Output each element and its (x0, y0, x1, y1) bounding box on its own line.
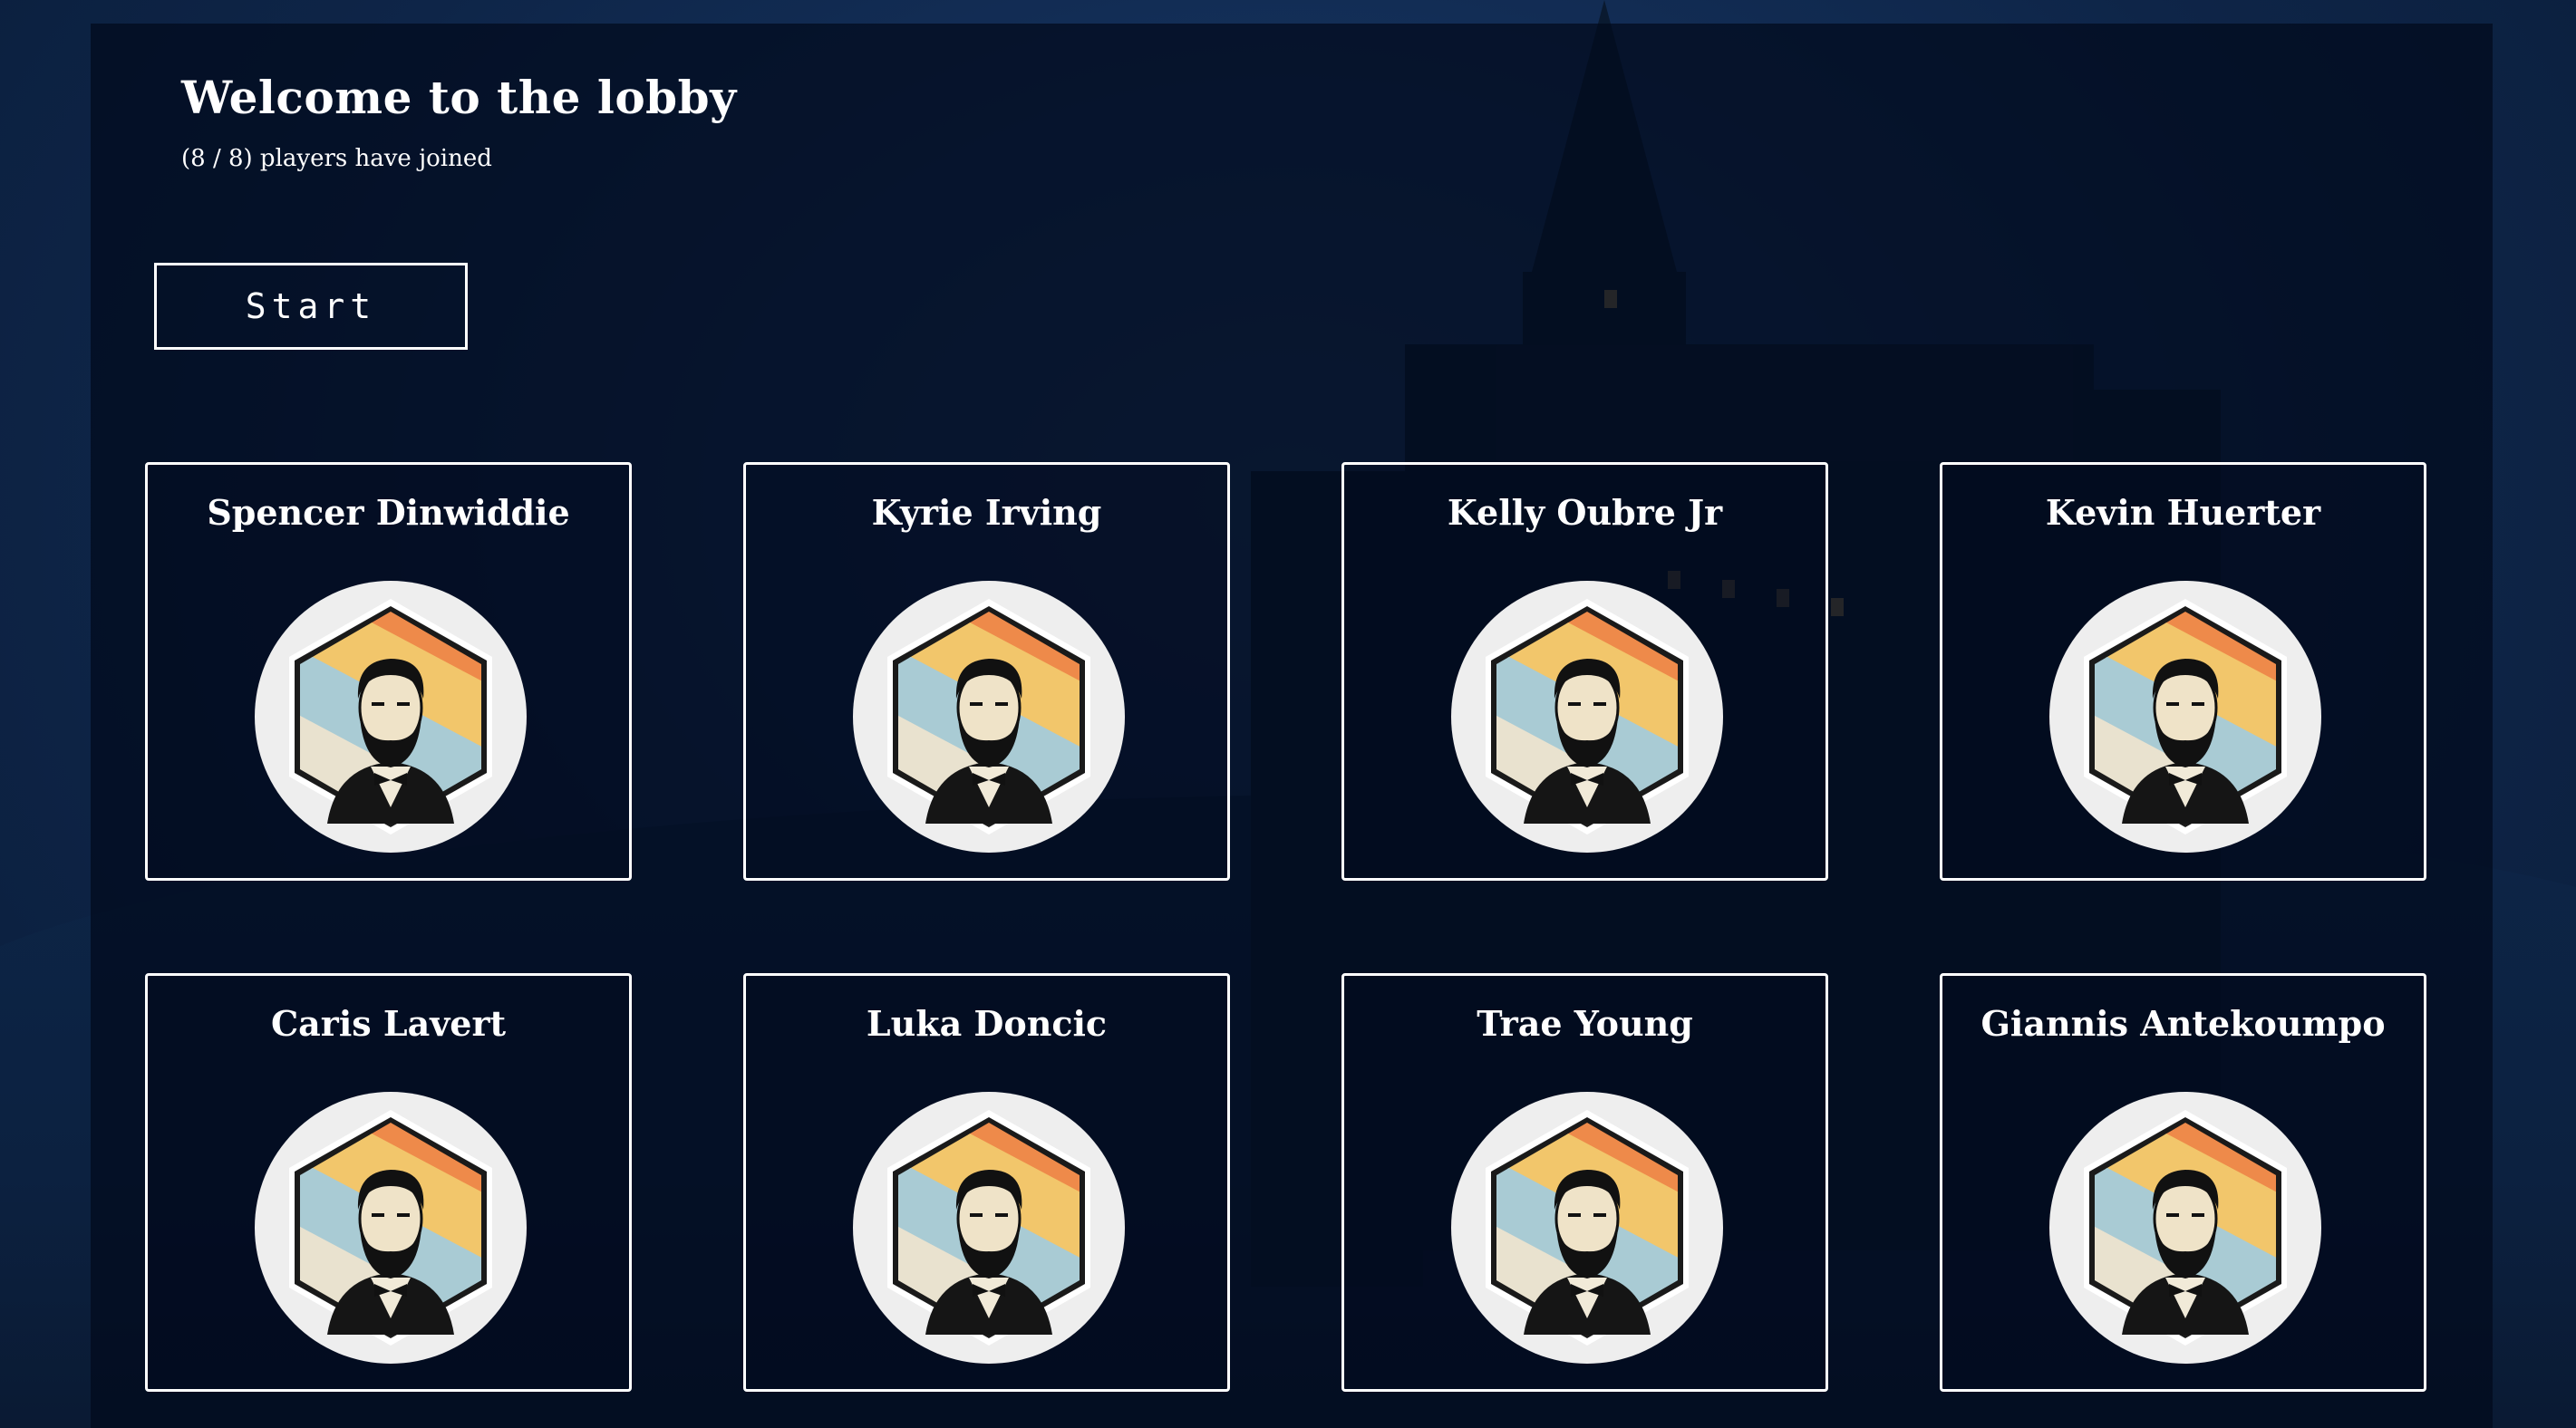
player-name: Spencer Dinwiddie (207, 492, 570, 533)
player-grid: Spencer Dinwiddie Kyrie Irving Kelly Oub… (145, 462, 2429, 1392)
lincoln-portrait-icon (2049, 1092, 2321, 1364)
player-card: Kevin Huerter (1940, 462, 2426, 881)
lincoln-portrait-icon (1451, 1092, 1723, 1364)
player-name: Luka Doncic (866, 1003, 1108, 1044)
player-card: Spencer Dinwiddie (145, 462, 632, 881)
start-button[interactable]: Start (154, 263, 468, 350)
player-name: Trae Young (1477, 1003, 1693, 1044)
lincoln-portrait-icon (853, 581, 1125, 853)
players-joined-status: (8 / 8) players have joined (181, 145, 492, 172)
player-card: Kelly Oubre Jr (1341, 462, 1828, 881)
player-name: Kevin Huerter (2045, 492, 2321, 533)
lincoln-portrait-icon (255, 581, 527, 853)
player-card: Caris Lavert (145, 973, 632, 1392)
player-name: Kyrie Irving (871, 492, 1102, 533)
player-name: Kelly Oubre Jr (1447, 492, 1723, 533)
lincoln-portrait-icon (853, 1092, 1125, 1364)
player-card: Giannis Antekoumpo (1940, 973, 2426, 1392)
player-name: Giannis Antekoumpo (1980, 1003, 2386, 1044)
player-name: Caris Lavert (270, 1003, 507, 1044)
lincoln-portrait-icon (1451, 581, 1723, 853)
player-card: Luka Doncic (743, 973, 1230, 1392)
player-card: Trae Young (1341, 973, 1828, 1392)
player-card: Kyrie Irving (743, 462, 1230, 881)
lincoln-portrait-icon (255, 1092, 527, 1364)
page-title: Welcome to the lobby (181, 71, 737, 124)
lincoln-portrait-icon (2049, 581, 2321, 853)
